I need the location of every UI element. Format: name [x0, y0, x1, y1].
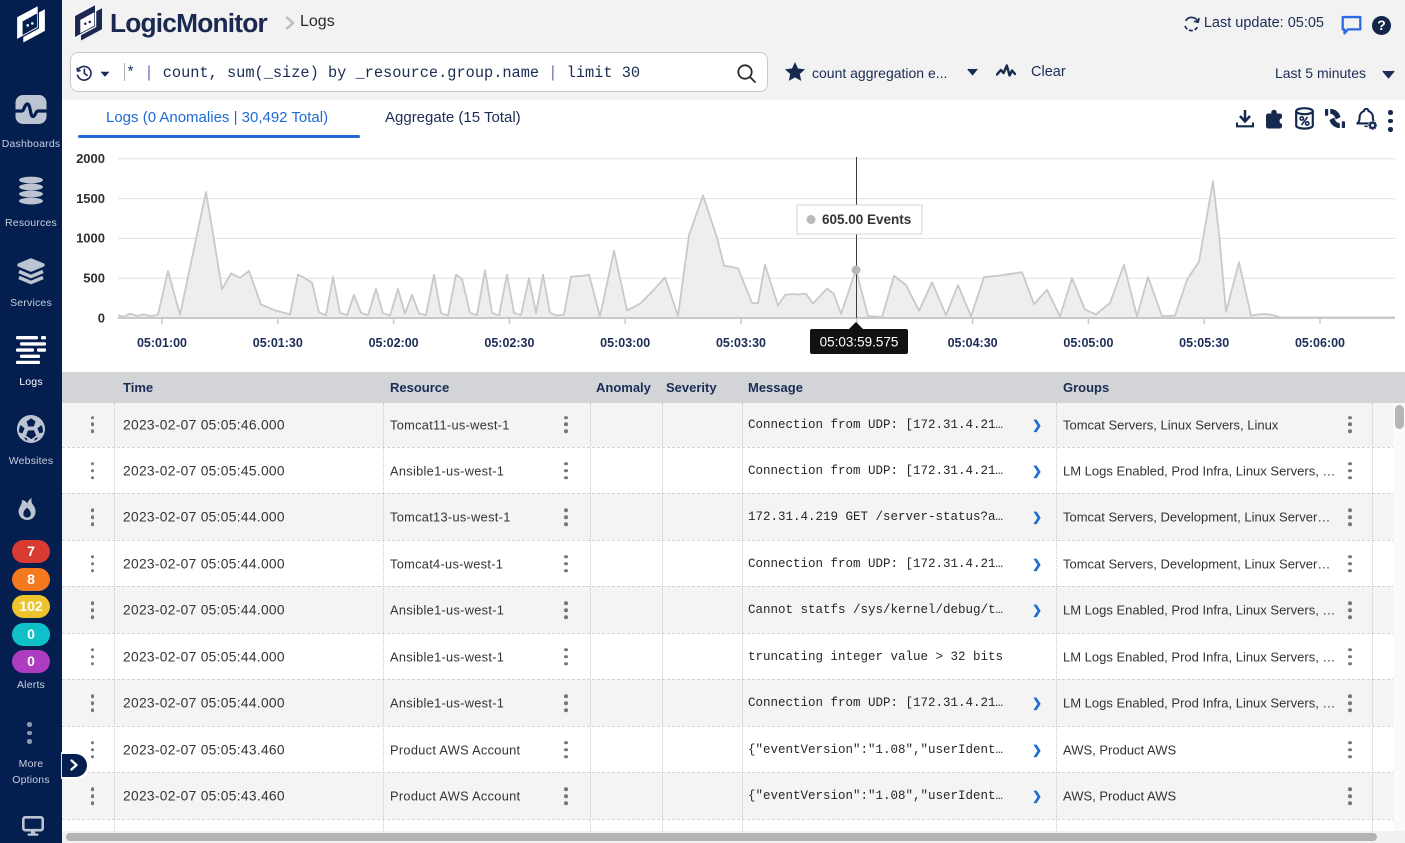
- svg-text:1500: 1500: [76, 191, 105, 206]
- svg-text:05:03:30: 05:03:30: [716, 336, 766, 350]
- svg-text:1000: 1000: [76, 231, 105, 246]
- svg-text:05:04:30: 05:04:30: [948, 336, 998, 350]
- svg-text:05:01:30: 05:01:30: [253, 336, 303, 350]
- svg-text:605.00 Events: 605.00 Events: [822, 212, 911, 227]
- svg-text:05:02:00: 05:02:00: [369, 336, 419, 350]
- svg-text:05:01:00: 05:01:00: [137, 336, 187, 350]
- svg-text:05:05:30: 05:05:30: [1179, 336, 1229, 350]
- svg-text:05:03:00: 05:03:00: [600, 336, 650, 350]
- svg-text:0: 0: [98, 310, 105, 325]
- svg-text:500: 500: [83, 271, 105, 286]
- svg-text:05:06:00: 05:06:00: [1295, 336, 1345, 350]
- svg-text:05:02:30: 05:02:30: [484, 336, 534, 350]
- svg-text:2000: 2000: [76, 151, 105, 166]
- svg-text:05:03:59.575: 05:03:59.575: [820, 335, 899, 350]
- svg-text:05:05:00: 05:05:00: [1063, 336, 1113, 350]
